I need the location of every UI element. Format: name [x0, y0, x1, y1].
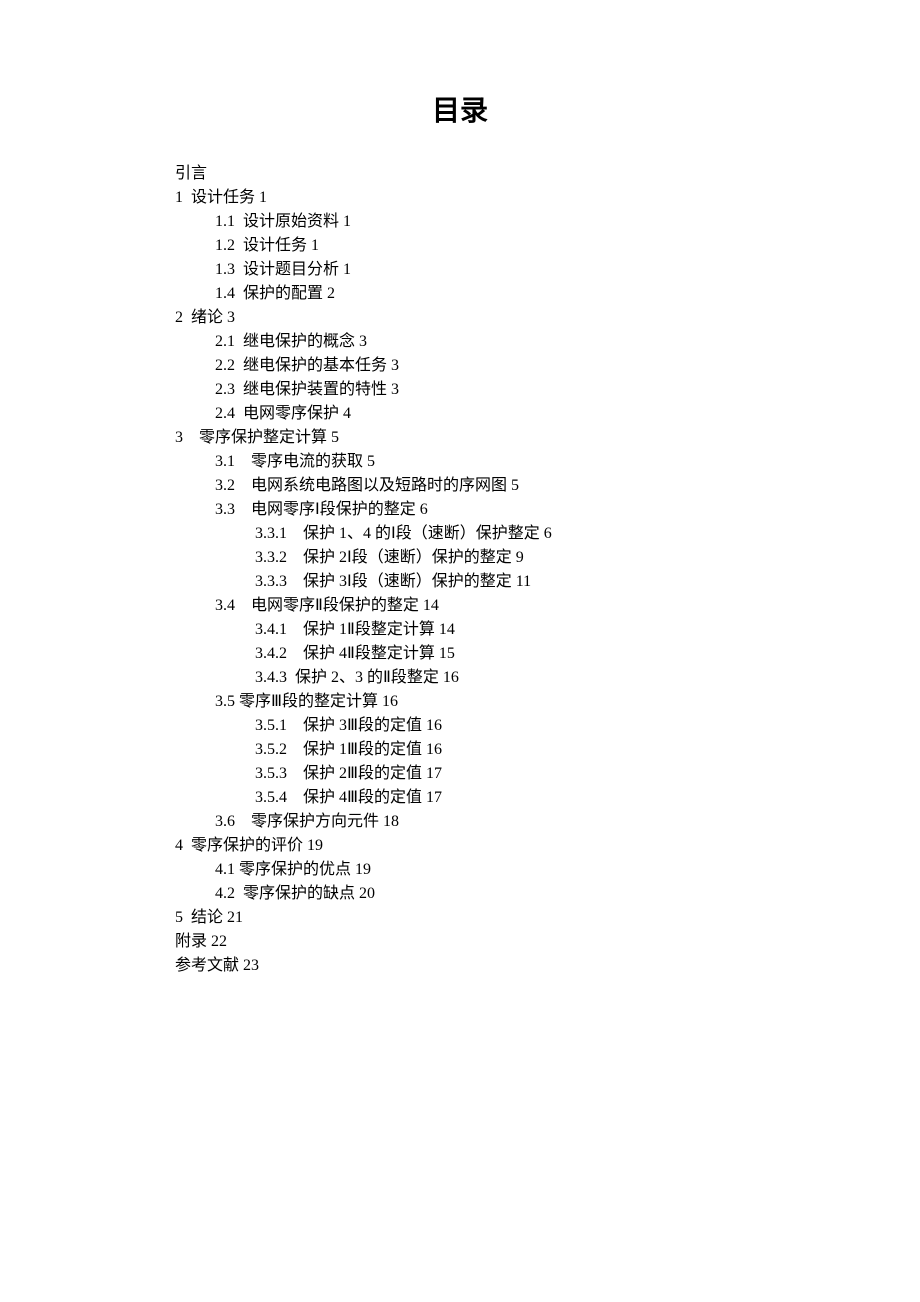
page-title: 目录: [0, 90, 920, 132]
toc-entry: 1.2 设计任务 1: [175, 234, 725, 258]
toc-entry: 1 设计任务 1: [175, 186, 725, 210]
toc-entry: 1.4 保护的配置 2: [175, 282, 725, 306]
toc-entry: 3.6 零序保护方向元件 18: [175, 810, 725, 834]
toc-entry: 2 绪论 3: [175, 306, 725, 330]
toc-entry: 3.5 零序Ⅲ段的整定计算 16: [175, 690, 725, 714]
toc-entry: 3.5.1 保护 3Ⅲ段的定值 16: [175, 714, 725, 738]
toc-entry: 3.3.3 保护 3Ⅰ段（速断）保护的整定 11: [175, 570, 725, 594]
toc-entry: 3 零序保护整定计算 5: [175, 426, 725, 450]
toc-entry: 2.4 电网零序保护 4: [175, 402, 725, 426]
toc-entry: 2.2 继电保护的基本任务 3: [175, 354, 725, 378]
toc-entry: 3.2 电网系统电路图以及短路时的序网图 5: [175, 474, 725, 498]
toc-entry: 3.3.2 保护 2Ⅰ段（速断）保护的整定 9: [175, 546, 725, 570]
toc-entry: 2.1 继电保护的概念 3: [175, 330, 725, 354]
toc-entry: 3.4.2 保护 4Ⅱ段整定计算 15: [175, 642, 725, 666]
toc-entry: 5 结论 21: [175, 906, 725, 930]
toc-entry: 3.4.3 保护 2、3 的Ⅱ段整定 16: [175, 666, 725, 690]
toc-entry: 3.5.3 保护 2Ⅲ段的定值 17: [175, 762, 725, 786]
toc-entry: 4.1 零序保护的优点 19: [175, 858, 725, 882]
table-of-contents: 引言1 设计任务 11.1 设计原始资料 11.2 设计任务 11.3 设计题目…: [175, 162, 725, 978]
toc-entry: 3.3 电网零序Ⅰ段保护的整定 6: [175, 498, 725, 522]
toc-entry: 4 零序保护的评价 19: [175, 834, 725, 858]
toc-entry: 附录 22: [175, 930, 725, 954]
toc-entry: 3.4 电网零序Ⅱ段保护的整定 14: [175, 594, 725, 618]
toc-entry: 引言: [175, 162, 725, 186]
toc-entry: 3.4.1 保护 1Ⅱ段整定计算 14: [175, 618, 725, 642]
toc-entry: 1.3 设计题目分析 1: [175, 258, 725, 282]
toc-entry: 2.3 继电保护装置的特性 3: [175, 378, 725, 402]
toc-entry: 4.2 零序保护的缺点 20: [175, 882, 725, 906]
toc-entry: 3.5.2 保护 1Ⅲ段的定值 16: [175, 738, 725, 762]
toc-entry: 参考文献 23: [175, 954, 725, 978]
toc-entry: 1.1 设计原始资料 1: [175, 210, 725, 234]
toc-entry: 3.1 零序电流的获取 5: [175, 450, 725, 474]
toc-entry: 3.5.4 保护 4Ⅲ段的定值 17: [175, 786, 725, 810]
toc-entry: 3.3.1 保护 1、4 的Ⅰ段（速断）保护整定 6: [175, 522, 725, 546]
